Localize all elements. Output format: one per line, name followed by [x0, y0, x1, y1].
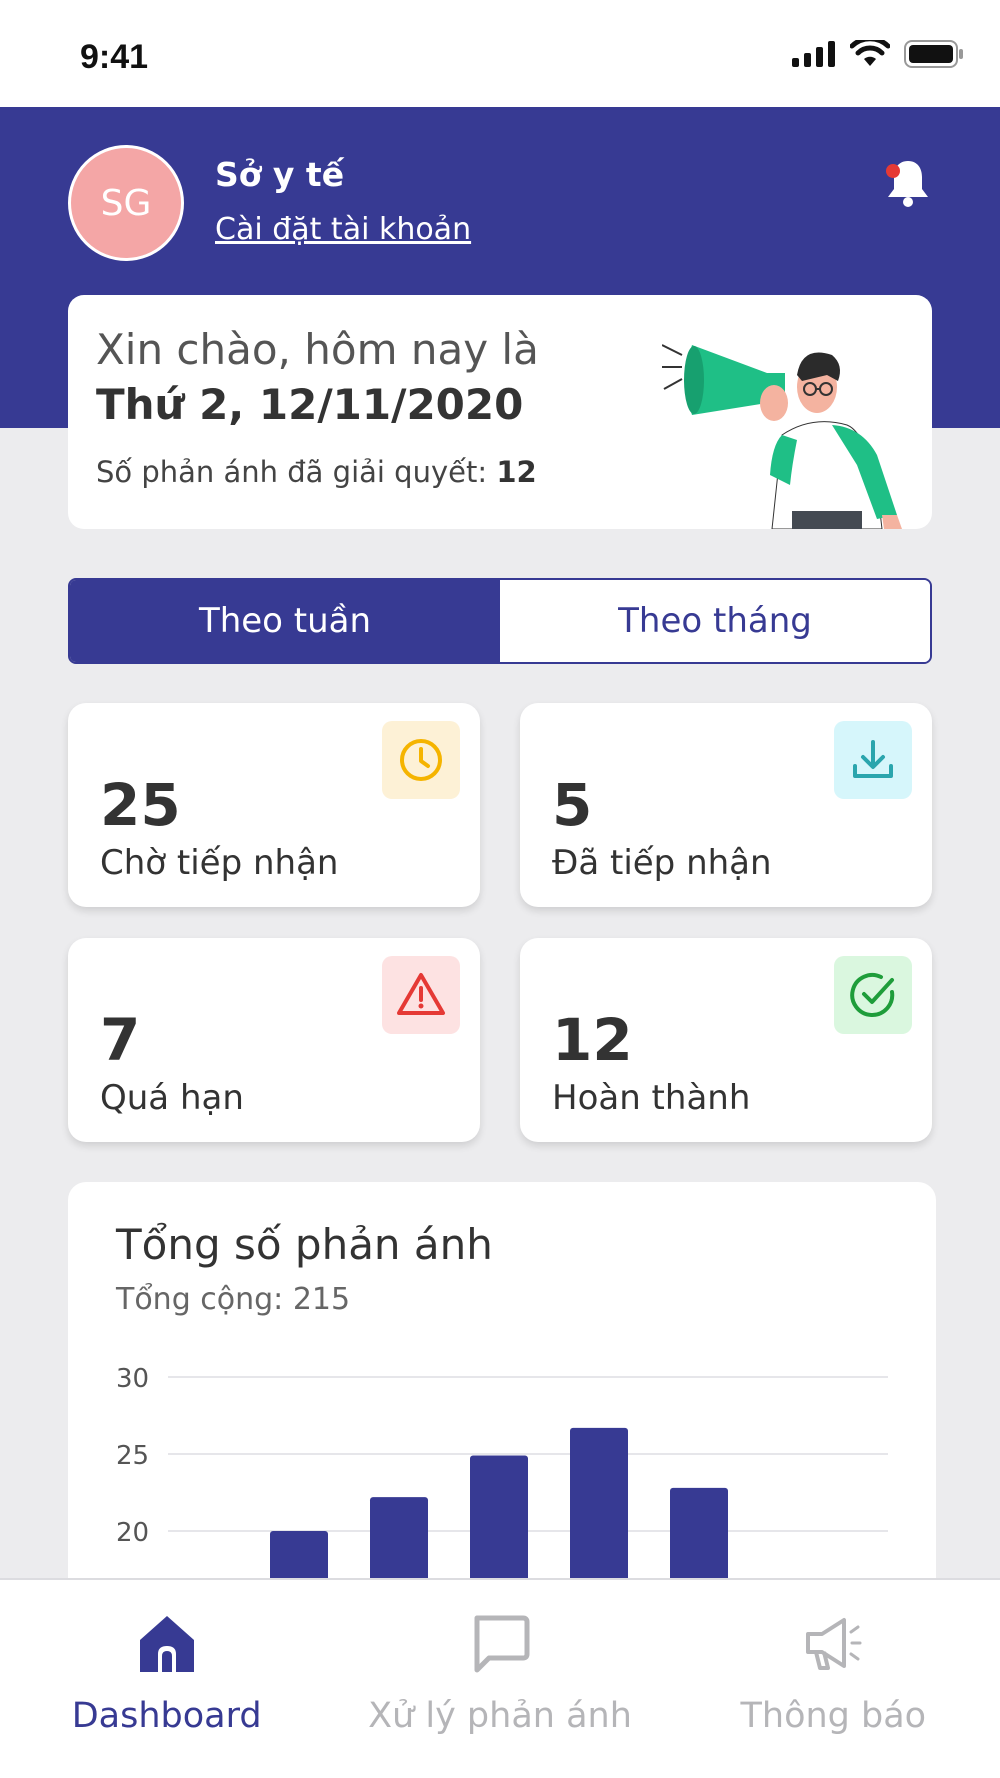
y-tick-label: 30 [116, 1364, 149, 1394]
warning-icon [382, 956, 460, 1034]
megaphone-person-illustration [662, 344, 902, 529]
stat-value: 5 [552, 771, 593, 839]
battery-icon [904, 40, 963, 68]
bell-icon[interactable] [880, 155, 936, 211]
status-bar: 9:41 [0, 0, 1000, 107]
chat-icon [474, 1615, 530, 1673]
stat-card-completed[interactable]: 12 Hoàn thành [520, 938, 932, 1142]
nav-item-process-feedback[interactable]: Xử lý phản ánh [333, 1580, 666, 1778]
avatar[interactable]: SG [68, 145, 184, 261]
greeting-card: Xin chào, hôm nay là Thứ 2, 12/11/2020 S… [68, 295, 932, 529]
greeting-text: Xin chào, hôm nay là [96, 325, 539, 374]
stat-card-overdue[interactable]: 7 Quá hạn [68, 938, 480, 1142]
status-time: 9:41 [80, 38, 149, 76]
clock-icon [382, 721, 460, 799]
nav-label: Xử lý phản ánh [368, 1696, 632, 1736]
stat-value: 7 [100, 1006, 141, 1074]
y-tick-label: 20 [116, 1518, 149, 1548]
period-toggle: Theo tuần Theo tháng [68, 578, 932, 664]
stat-card-received[interactable]: 5 Đã tiếp nhận [520, 703, 932, 907]
tab-monthly[interactable]: Theo tháng [500, 580, 930, 662]
download-icon [834, 721, 912, 799]
status-icons [792, 40, 964, 68]
notification-dot [886, 164, 900, 178]
resolved-count: 12 [496, 455, 537, 489]
chart-title: Tổng số phản ánh [116, 1220, 493, 1269]
avatar-initials: SG [100, 182, 152, 224]
chart-subtitle: Tổng cộng: 215 [116, 1282, 351, 1317]
nav-item-notifications[interactable]: Thông báo [667, 1580, 1000, 1778]
account-settings-link[interactable]: Cài đặt tài khoản [215, 212, 471, 247]
y-tick-label: 25 [116, 1441, 149, 1471]
stat-label: Đã tiếp nhận [552, 843, 772, 883]
tab-weekly[interactable]: Theo tuần [70, 580, 500, 662]
greeting-date: Thứ 2, 12/11/2020 [96, 380, 524, 429]
chart-card: 30 25 20 Tổng số phản ánh Tổng cộng: 215 [68, 1182, 936, 1602]
stat-card-pending[interactable]: 25 Chờ tiếp nhận [68, 703, 480, 907]
home-icon [139, 1616, 194, 1672]
org-name: Sở y tế [215, 155, 345, 194]
nav-label: Dashboard [71, 1696, 262, 1736]
nav-item-dashboard[interactable]: Dashboard [0, 1580, 333, 1778]
check-circle-icon [834, 956, 912, 1034]
resolved-label: Số phản ánh đã giải quyết: [96, 455, 488, 489]
stat-value: 25 [100, 771, 181, 839]
bottom-nav: Dashboard Xử lý phản ánh Thông báo [0, 1578, 1000, 1778]
stat-value: 12 [552, 1006, 633, 1074]
nav-label: Thông báo [740, 1696, 927, 1736]
chart-bar[interactable] [570, 1427, 628, 1602]
stat-label: Hoàn thành [552, 1078, 751, 1118]
megaphone-icon [806, 1618, 862, 1670]
stat-label: Quá hạn [100, 1078, 244, 1118]
resolved-summary: Số phản ánh đã giải quyết: 12 [96, 455, 537, 489]
stat-label: Chờ tiếp nhận [100, 843, 339, 883]
wifi-icon [850, 40, 890, 66]
signal-icon [792, 41, 835, 67]
